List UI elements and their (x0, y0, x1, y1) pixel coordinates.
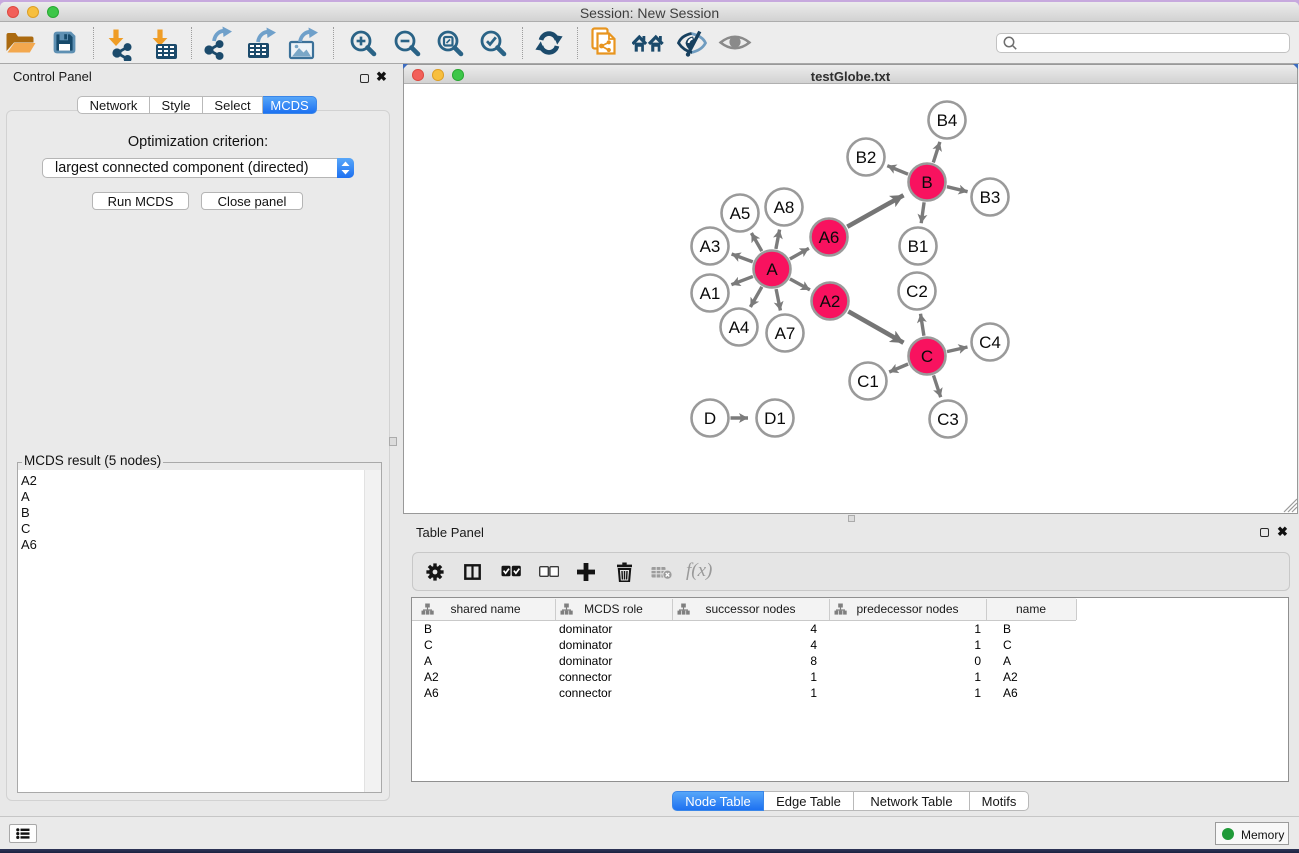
svg-text:B2: B2 (856, 148, 877, 167)
svg-text:A6: A6 (819, 228, 840, 247)
svg-text:B4: B4 (937, 111, 958, 130)
svg-text:C: C (921, 347, 933, 366)
svg-text:A2: A2 (820, 292, 841, 311)
svg-text:D: D (704, 409, 716, 428)
svg-text:C2: C2 (906, 282, 928, 301)
svg-text:B1: B1 (908, 237, 929, 256)
svg-text:C1: C1 (857, 372, 879, 391)
svg-text:B3: B3 (980, 188, 1001, 207)
svg-text:D1: D1 (764, 409, 786, 428)
svg-text:C4: C4 (979, 333, 1001, 352)
svg-text:B: B (921, 173, 932, 192)
svg-text:A8: A8 (774, 198, 795, 217)
svg-text:A: A (766, 260, 778, 279)
svg-text:C3: C3 (937, 410, 959, 429)
svg-text:A5: A5 (730, 204, 751, 223)
svg-text:A7: A7 (775, 324, 796, 343)
svg-text:A3: A3 (700, 237, 721, 256)
svg-text:A1: A1 (700, 284, 721, 303)
svg-text:A4: A4 (729, 318, 750, 337)
